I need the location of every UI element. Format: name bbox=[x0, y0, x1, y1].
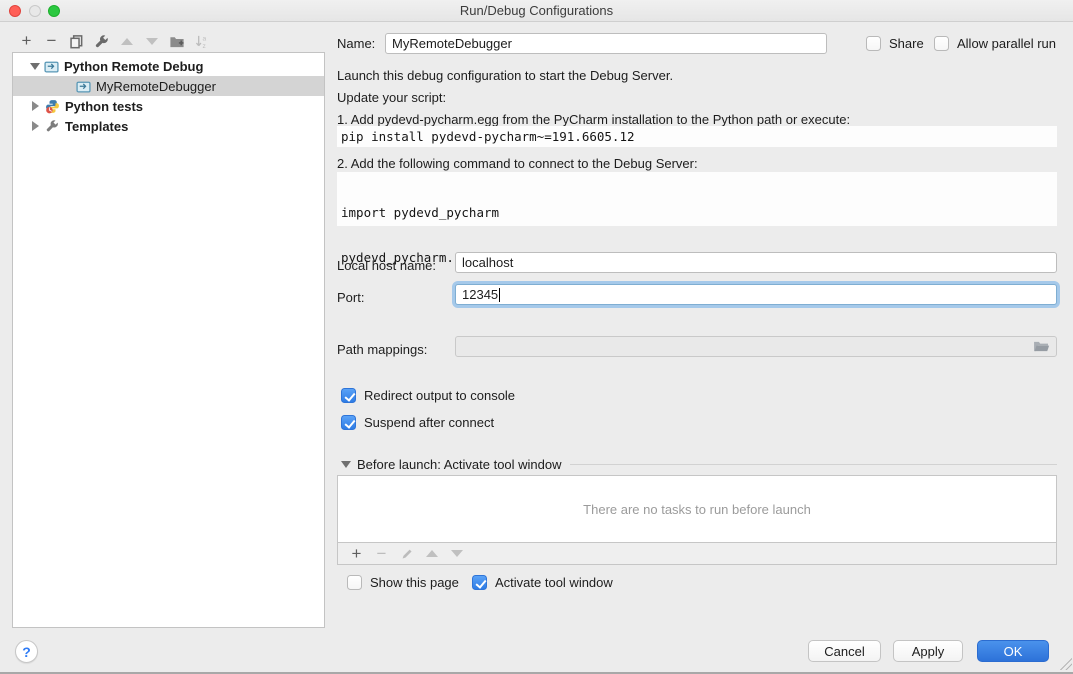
port-label: Port: bbox=[337, 288, 364, 308]
before-launch-toolbar: + − bbox=[337, 543, 1057, 565]
before-launch-header[interactable]: Before launch: Activate tool window bbox=[341, 457, 1057, 472]
edit-defaults-icon[interactable] bbox=[89, 31, 114, 51]
tree-item-python-tests[interactable]: Python tests bbox=[13, 96, 324, 116]
instruction-update-script: Update your script: bbox=[337, 90, 446, 105]
browse-folder-icon[interactable] bbox=[1033, 340, 1050, 353]
templates-wrench-icon bbox=[45, 119, 60, 134]
local-host-name-input[interactable] bbox=[455, 252, 1057, 273]
text-caret bbox=[499, 288, 500, 302]
close-window-button[interactable] bbox=[9, 5, 21, 17]
tree-item-label: Templates bbox=[65, 119, 128, 134]
local-host-name-label: Local host name: bbox=[337, 256, 436, 276]
move-task-down-icon[interactable] bbox=[444, 544, 469, 564]
move-up-icon[interactable] bbox=[114, 31, 139, 51]
allow-parallel-run-checkbox-row[interactable]: Allow parallel run bbox=[934, 36, 1056, 51]
sort-alphabetically-icon[interactable]: a z bbox=[189, 31, 214, 51]
name-input[interactable] bbox=[385, 33, 827, 54]
title-bar[interactable]: Run/Debug Configurations bbox=[0, 0, 1073, 22]
run-debug-configurations-dialog: { "window": { "title": "Run/Debug Config… bbox=[0, 0, 1073, 674]
settrace-code-block: import pydevd_pycharm pydevd_pycharm.set… bbox=[337, 172, 1057, 226]
show-this-page-checkbox[interactable] bbox=[347, 575, 362, 590]
instruction-step2: 2. Add the following command to connect … bbox=[337, 156, 698, 171]
tree-item-python-remote-debug[interactable]: Python Remote Debug bbox=[13, 56, 324, 76]
chevron-collapsed-icon[interactable] bbox=[32, 121, 39, 131]
redirect-output-checkbox[interactable] bbox=[341, 388, 356, 403]
chevron-collapsed-icon[interactable] bbox=[32, 101, 39, 111]
edit-task-icon[interactable] bbox=[394, 544, 419, 564]
add-task-icon[interactable]: + bbox=[344, 544, 369, 564]
window-resize-grip[interactable] bbox=[1060, 658, 1072, 670]
show-this-page-checkbox-row[interactable]: Show this page bbox=[347, 575, 459, 590]
chevron-expanded-icon[interactable] bbox=[341, 461, 351, 468]
svg-text:a: a bbox=[202, 35, 206, 42]
path-mappings-input[interactable] bbox=[455, 336, 1057, 357]
redirect-output-checkbox-row[interactable]: Redirect output to console bbox=[341, 388, 515, 403]
allow-parallel-run-label: Allow parallel run bbox=[957, 36, 1056, 51]
allow-parallel-run-checkbox[interactable] bbox=[934, 36, 949, 51]
help-button[interactable]: ? bbox=[15, 640, 38, 663]
name-label: Name: bbox=[337, 34, 375, 54]
suspend-after-connect-checkbox-row[interactable]: Suspend after connect bbox=[341, 415, 494, 430]
show-this-page-label: Show this page bbox=[370, 575, 459, 590]
tree-item-label: Python tests bbox=[65, 99, 143, 114]
before-launch-title: Before launch: Activate tool window bbox=[357, 457, 562, 472]
move-task-up-icon[interactable] bbox=[419, 544, 444, 564]
folder-plus-icon bbox=[169, 34, 185, 49]
configurations-tree: Python Remote Debug MyRemoteDebugger Pyt… bbox=[12, 52, 325, 628]
tree-item-label: MyRemoteDebugger bbox=[96, 79, 216, 94]
activate-tool-window-label: Activate tool window bbox=[495, 575, 613, 590]
share-checkbox-row[interactable]: Share bbox=[866, 36, 924, 51]
question-mark-icon: ? bbox=[22, 644, 31, 660]
suspend-after-connect-checkbox[interactable] bbox=[341, 415, 356, 430]
minimize-window-button[interactable] bbox=[29, 5, 41, 17]
pencil-icon bbox=[400, 547, 414, 561]
svg-text:z: z bbox=[202, 43, 205, 49]
copy-configuration-icon[interactable] bbox=[64, 31, 89, 51]
port-value: 12345 bbox=[462, 287, 498, 302]
section-divider bbox=[570, 464, 1057, 465]
configurations-toolbar: + − a z bbox=[14, 31, 214, 51]
empty-task-list-message: There are no tasks to run before launch bbox=[583, 502, 811, 517]
sort-az-icon: a z bbox=[194, 34, 209, 49]
remove-configuration-icon[interactable]: − bbox=[39, 31, 64, 51]
tree-item-label: Python Remote Debug bbox=[64, 59, 203, 74]
python-tests-icon bbox=[45, 99, 60, 114]
remove-task-icon[interactable]: − bbox=[369, 544, 394, 564]
remote-debug-config-icon bbox=[44, 59, 59, 74]
move-down-icon[interactable] bbox=[139, 31, 164, 51]
ok-button[interactable]: OK bbox=[977, 640, 1049, 662]
share-label: Share bbox=[889, 36, 924, 51]
activate-tool-window-checkbox-row[interactable]: Activate tool window bbox=[472, 575, 613, 590]
code-line-import: import pydevd_pycharm bbox=[341, 205, 1053, 220]
cancel-button[interactable]: Cancel bbox=[808, 640, 881, 662]
instruction-intro: Launch this debug configuration to start… bbox=[337, 68, 673, 83]
before-launch-task-list[interactable]: There are no tasks to run before launch bbox=[337, 475, 1057, 543]
wrench-icon bbox=[94, 34, 109, 49]
window-title: Run/Debug Configurations bbox=[0, 0, 1073, 21]
share-checkbox[interactable] bbox=[866, 36, 881, 51]
redirect-output-label: Redirect output to console bbox=[364, 388, 515, 403]
pip-install-command: pip install pydevd-pycharm~=191.6605.12 bbox=[337, 126, 1057, 147]
add-configuration-icon[interactable]: + bbox=[14, 31, 39, 51]
new-folder-icon[interactable] bbox=[164, 31, 189, 51]
tree-item-templates[interactable]: Templates bbox=[13, 116, 324, 136]
suspend-after-connect-label: Suspend after connect bbox=[364, 415, 494, 430]
instruction-step1: 1. Add pydevd-pycharm.egg from the PyCha… bbox=[337, 112, 850, 127]
port-input[interactable]: 12345 bbox=[455, 284, 1057, 305]
path-mappings-label: Path mappings: bbox=[337, 340, 427, 360]
remote-debug-config-icon bbox=[76, 79, 91, 94]
copy-icon bbox=[69, 34, 84, 49]
tree-item-myremotedebugger[interactable]: MyRemoteDebugger bbox=[13, 76, 324, 96]
activate-tool-window-checkbox[interactable] bbox=[472, 575, 487, 590]
chevron-expanded-icon[interactable] bbox=[30, 63, 40, 70]
apply-button[interactable]: Apply bbox=[893, 640, 963, 662]
zoom-window-button[interactable] bbox=[48, 5, 60, 17]
